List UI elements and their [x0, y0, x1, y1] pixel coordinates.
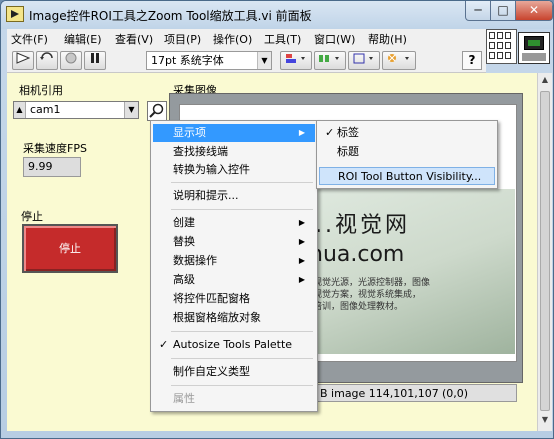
- submenu-arrow-icon: ▶: [298, 128, 305, 137]
- checkmark-icon: ✓: [325, 126, 335, 139]
- stop-button[interactable]: 停止: [22, 224, 118, 273]
- help-button[interactable]: ?: [462, 51, 482, 70]
- camera-label: 相机引用: [19, 84, 63, 97]
- magnifier-icon: [149, 103, 164, 118]
- close-button[interactable]: ✕: [515, 1, 553, 21]
- font-select[interactable]: 17pt 系统字体 ▼: [146, 51, 272, 70]
- vi-front-panel-window: Image控件ROI工具之Zoom Tool缩放工具.vi 前面板 ─ □ ✕ …: [0, 0, 554, 439]
- font-select-value: 17pt 系统字体: [151, 54, 224, 67]
- menu-help[interactable]: 帮助(H): [368, 31, 407, 47]
- fps-label: 采集速度FPS: [23, 142, 87, 155]
- menu-tools[interactable]: 工具(T): [264, 31, 301, 47]
- show-items-submenu: ✓ 标签 标题 ROI Tool Button Visibility...: [316, 120, 498, 189]
- context-menu: 显示项 ▶ 查找接线端 转换为输入控件 说明和提示... 创建 ▶ 替换 ▶ 数据操作…: [150, 120, 318, 412]
- checkmark-icon: ✓: [159, 338, 169, 351]
- menu-bar: 文件(F) 编辑(E) 查看(V) 项目(P) 操作(O) 工具(T) 窗口(W…: [7, 29, 486, 48]
- resize-icon[interactable]: [348, 51, 380, 70]
- vertical-scrollbar[interactable]: ▲ ▼: [537, 73, 552, 431]
- menu-item-data-operations[interactable]: 数据操作 ▶: [153, 252, 315, 270]
- submenu-arrow-icon: ▶: [298, 256, 305, 265]
- align-icon[interactable]: [280, 51, 312, 70]
- labview-app-icon: [6, 6, 24, 22]
- scroll-up-icon[interactable]: ▲: [539, 75, 551, 89]
- menu-separator: [171, 209, 313, 210]
- maximize-button[interactable]: □: [490, 1, 516, 21]
- stop-label: 停止: [21, 210, 43, 223]
- camera-image: ...视觉网 hua.com 视觉光源，光源控制器，图像 视觉方案，视觉系统集成…: [297, 189, 515, 354]
- submenu-arrow-icon: ▶: [298, 237, 305, 246]
- menu-item-autosize-tools-palette[interactable]: ✓ Autosize Tools Palette: [153, 336, 315, 354]
- menu-item-advanced[interactable]: 高级 ▶: [153, 271, 315, 289]
- pause-icon[interactable]: [84, 51, 106, 70]
- submenu-item-label[interactable]: ✓ 标签: [319, 124, 495, 142]
- menu-separator: [171, 358, 313, 359]
- menu-item-create[interactable]: 创建 ▶: [153, 214, 315, 232]
- run-continuous-icon[interactable]: [36, 51, 58, 70]
- submenu-arrow-icon: ▶: [298, 275, 305, 284]
- menu-project[interactable]: 项目(P): [164, 31, 201, 47]
- menu-item-replace[interactable]: 替换 ▶: [153, 233, 315, 251]
- menu-item-properties: 属性: [173, 392, 195, 405]
- scroll-down-icon[interactable]: ▼: [539, 415, 551, 429]
- submenu-item-caption[interactable]: 标题: [319, 143, 495, 161]
- menu-window[interactable]: 窗口(W): [314, 31, 355, 47]
- window-title: Image控件ROI工具之Zoom Tool缩放工具.vi 前面板: [29, 9, 312, 23]
- submenu-arrow-icon: ▶: [298, 218, 305, 227]
- menu-item-fit-to-pane[interactable]: 将控件匹配窗格: [153, 290, 315, 308]
- minimize-button[interactable]: ─: [465, 1, 491, 21]
- menu-item-show-items[interactable]: 显示项 ▶: [153, 124, 315, 142]
- abort-icon[interactable]: [60, 51, 82, 70]
- image-text-desc: 视觉光源，光源控制器，图像 视觉方案，视觉系统集成， 培训，图像处理教材。: [313, 278, 431, 312]
- menu-item-make-type-def[interactable]: 制作自定义类型: [153, 363, 315, 381]
- camera-ref-control[interactable]: ▲ cam1 ▼: [13, 101, 139, 119]
- image-text-logo: ...视觉网: [305, 213, 410, 238]
- image-info: B image 114,101,107: [320, 387, 439, 400]
- menu-separator: [171, 385, 313, 386]
- menu-item-find-terminal[interactable]: 查找接线端: [153, 143, 315, 161]
- camera-value: cam1: [30, 103, 61, 116]
- menu-file[interactable]: 文件(F): [11, 31, 48, 47]
- menu-item-scale-with-pane[interactable]: 根据窗格缩放对象: [153, 309, 315, 327]
- reorder-icon[interactable]: [382, 51, 416, 70]
- menu-separator: [171, 182, 313, 183]
- distribute-icon[interactable]: [314, 51, 346, 70]
- menu-edit[interactable]: 编辑(E): [64, 31, 102, 47]
- menu-item-description[interactable]: 说明和提示...: [153, 187, 315, 205]
- toolbar: 17pt 系统字体 ▼ ?: [7, 48, 486, 73]
- browse-button[interactable]: [147, 101, 167, 121]
- run-arrow-icon[interactable]: [12, 51, 34, 70]
- title-bar[interactable]: Image控件ROI工具之Zoom Tool缩放工具.vi 前面板 ─ □ ✕: [1, 1, 553, 29]
- image-coords: (0,0): [442, 387, 469, 400]
- connector-pane-icon[interactable]: [486, 29, 517, 64]
- chevron-down-icon[interactable]: ▼: [124, 102, 138, 118]
- increment-icon[interactable]: ▲: [14, 102, 26, 118]
- submenu-item-roi-tool-visibility[interactable]: ROI Tool Button Visibility...: [319, 167, 495, 185]
- vi-icon[interactable]: [518, 32, 550, 64]
- chevron-down-icon: ▼: [257, 52, 271, 69]
- scroll-thumb[interactable]: [540, 91, 550, 411]
- fps-indicator: 9.99: [23, 157, 81, 177]
- menu-separator: [171, 331, 313, 332]
- menu-item-change-to-control[interactable]: 转换为输入控件: [153, 161, 315, 179]
- image-text-url: hua.com: [309, 242, 405, 267]
- menu-operate[interactable]: 操作(O): [213, 31, 252, 47]
- menu-view[interactable]: 查看(V): [115, 31, 153, 47]
